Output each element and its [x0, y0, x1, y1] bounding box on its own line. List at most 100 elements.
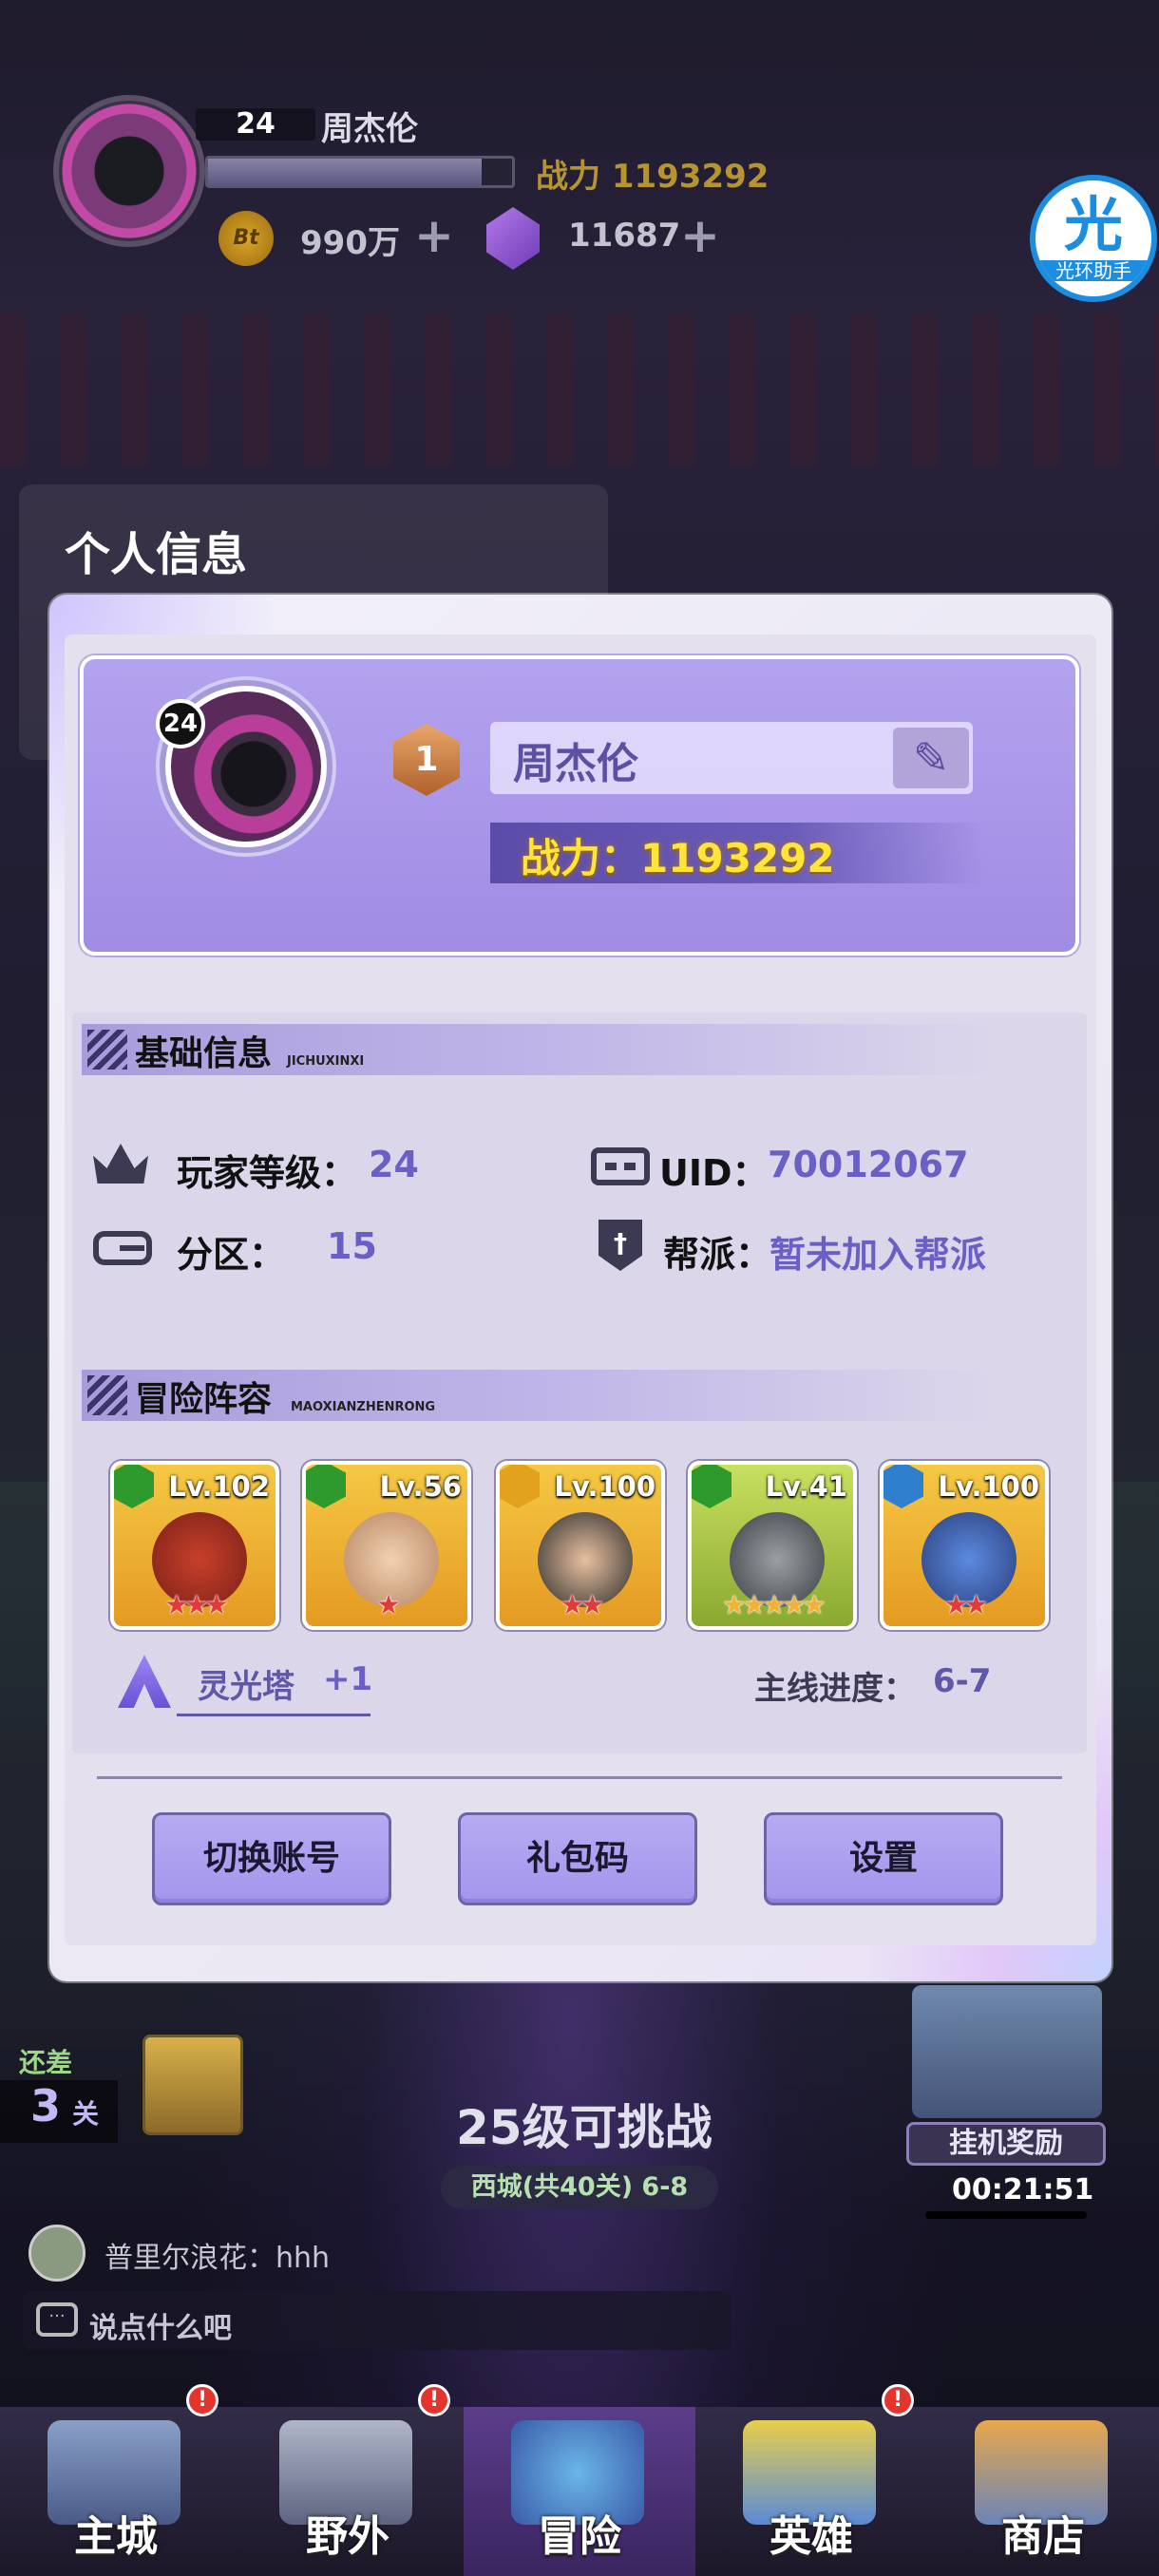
star-icon: ★	[376, 1589, 400, 1620]
star-icon: ★	[184, 1589, 208, 1620]
star-icon: ★	[164, 1589, 188, 1620]
stages-left-unit: 关	[72, 2098, 100, 2130]
hero-stars: ★★★	[114, 1589, 276, 1620]
progress-value: 6-7	[933, 1662, 992, 1700]
stripe-icon	[87, 1375, 127, 1415]
hud-level: 24	[196, 108, 315, 141]
page-title: 个人信息	[65, 528, 248, 581]
light-element-icon	[500, 1465, 540, 1508]
hud-player-name: 周杰伦	[321, 110, 418, 148]
nav-label: 商店	[1001, 2512, 1085, 2561]
nav-label: 冒险	[538, 2512, 621, 2561]
edit-name-button[interactable]: ✎	[893, 728, 969, 788]
nav-main-city[interactable]: 主城	[0, 2407, 232, 2576]
star-icon: ★	[742, 1589, 766, 1620]
hero-card[interactable]: Lv.100 ★★	[880, 1461, 1049, 1630]
server-icon	[93, 1231, 152, 1265]
add-coin-button[interactable]: +	[414, 212, 454, 259]
hero-level: Lv.41	[765, 1470, 847, 1503]
wood-element-icon	[114, 1465, 154, 1508]
hero-level: Lv.100	[938, 1470, 1039, 1503]
player-name: 周杰伦	[513, 740, 638, 788]
star-icon: ★	[964, 1589, 988, 1620]
chat-placeholder: 说点什么吧	[89, 2312, 232, 2345]
tower-label[interactable]: 灵光塔	[198, 1660, 294, 1707]
alert-badge: !	[186, 2384, 218, 2416]
hero-stars: ★★	[884, 1589, 1045, 1620]
star-icon: ★	[204, 1589, 229, 1620]
level-badge: 24	[156, 699, 205, 748]
star-icon: ★	[560, 1589, 584, 1620]
hero-stars: ★	[306, 1589, 467, 1620]
wood-element-icon	[692, 1465, 732, 1508]
afk-reward-button[interactable]: 挂机奖励	[906, 2122, 1106, 2166]
chat-message: 普里尔浪花：hhh	[104, 2242, 331, 2275]
wood-element-icon	[306, 1465, 346, 1508]
uid-value[interactable]: 70012067	[768, 1144, 969, 1185]
basic-info-title: 基础信息	[135, 1034, 273, 1073]
star-icon: ★	[762, 1589, 786, 1620]
hero-stars: ★★	[500, 1589, 661, 1620]
tower-underline	[177, 1714, 370, 1716]
add-gem-button[interactable]: +	[680, 212, 720, 259]
hero-level: Lv.56	[379, 1470, 462, 1503]
server-value: 15	[327, 1225, 377, 1267]
hud-power: 战力 1193292	[536, 158, 770, 196]
nav-adventure[interactable]: 冒险	[464, 2407, 695, 2576]
nav-field[interactable]: 野外	[232, 2407, 464, 2576]
server-label: 分区：	[177, 1234, 286, 1276]
uid-label: UID：	[659, 1152, 769, 1194]
hero-card[interactable]: Lv.56 ★	[302, 1461, 471, 1630]
divider	[97, 1776, 1062, 1779]
guild-value: 暂未加入帮派	[770, 1234, 987, 1276]
water-element-icon	[884, 1465, 923, 1508]
hud-avatar[interactable]	[53, 95, 205, 247]
player-level-label: 玩家等级：	[177, 1152, 358, 1194]
star-icon: ★	[722, 1589, 746, 1620]
boss-thumbnail[interactable]	[142, 2035, 243, 2135]
star-icon: ★	[580, 1589, 604, 1620]
helper-icon: 光	[1063, 190, 1123, 259]
gift-code-button[interactable]: 礼包码	[458, 1812, 697, 1905]
hero-level: Lv.102	[168, 1470, 270, 1503]
star-icon: ★	[782, 1589, 807, 1620]
alert-badge: !	[882, 2384, 914, 2416]
guild-label: 帮派：	[663, 1234, 772, 1276]
tower-value: +1	[323, 1660, 373, 1698]
coin-icon: Bt	[218, 211, 274, 266]
stripe-icon	[87, 1030, 127, 1070]
gem-amount: 11687	[568, 217, 681, 255]
lineup-title: 冒险阵容	[135, 1380, 273, 1419]
chat-bubble-icon: ···	[36, 2302, 78, 2337]
player-level-value: 24	[369, 1144, 419, 1185]
treasure-chest-icon[interactable]	[912, 1985, 1102, 2118]
nav-label: 主城	[74, 2512, 158, 2561]
id-card-icon	[591, 1147, 650, 1185]
settings-button[interactable]: 设置	[764, 1812, 1003, 1905]
nav-shop[interactable]: 商店	[927, 2407, 1159, 2576]
lineup-subtitle: MAOXIANZHENRONG	[291, 1400, 436, 1414]
switch-account-button[interactable]: 切换账号	[152, 1812, 391, 1905]
progress-label: 主线进度：	[754, 1670, 916, 1708]
hero-level: Lv.100	[554, 1470, 656, 1503]
edit-pen-icon: ✎	[912, 732, 950, 784]
afk-progress-bar	[925, 2211, 1087, 2219]
stages-left-count: 3	[30, 2080, 62, 2131]
stage-label: 西城(共40关) 6-8	[441, 2166, 718, 2209]
stages-left-label: 还差	[19, 2047, 73, 2078]
helper-button[interactable]: 光 光环助手	[1030, 175, 1157, 302]
combat-power: 战力：1193292	[521, 835, 835, 881]
hero-card[interactable]: Lv.100 ★★	[496, 1461, 665, 1630]
hud-exp-bar	[205, 156, 515, 188]
afk-timer: 00:21:51	[952, 2173, 1094, 2207]
hero-stars: ★★★★★	[692, 1589, 853, 1620]
hud-exp-fill	[208, 159, 482, 185]
coin-amount: 990万	[300, 224, 400, 262]
challenge-text[interactable]: 25级可挑战	[456, 2090, 712, 2158]
hero-card[interactable]: Lv.41 ★★★★★	[688, 1461, 857, 1630]
nav-label: 野外	[306, 2512, 390, 2561]
nav-label: 英雄	[770, 2512, 853, 2561]
alert-badge: !	[418, 2384, 450, 2416]
hero-card[interactable]: Lv.102 ★★★	[110, 1461, 279, 1630]
nav-heroes[interactable]: 英雄	[695, 2407, 927, 2576]
